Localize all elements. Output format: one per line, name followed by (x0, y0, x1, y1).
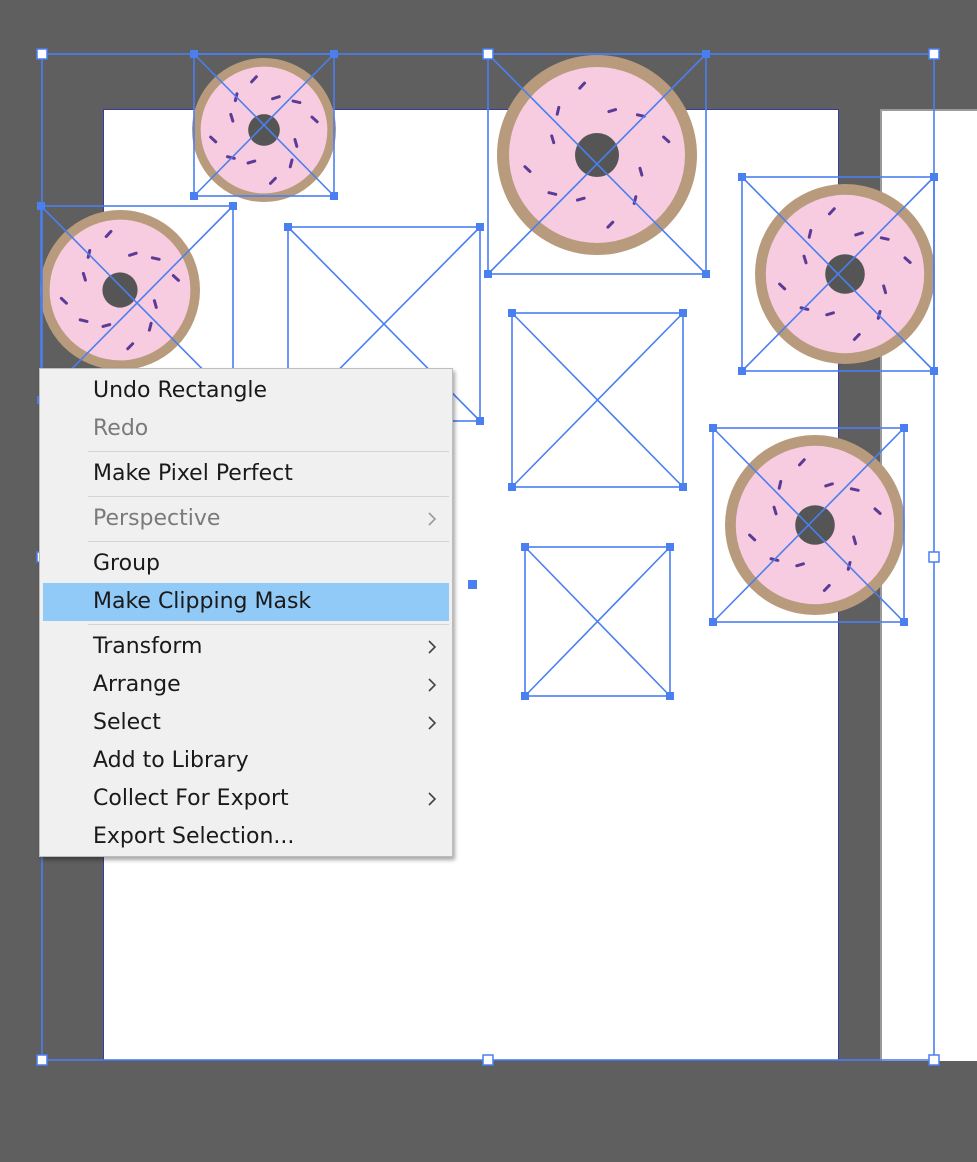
menu-item-label: Arrange (93, 672, 181, 697)
anchor-point[interactable] (738, 367, 746, 375)
anchor-point[interactable] (738, 173, 746, 181)
menu-item-select[interactable]: Select (43, 704, 449, 742)
center-point (468, 580, 477, 589)
menu-item-make-clipping-mask[interactable]: Make Clipping Mask (43, 583, 449, 621)
anchor-point[interactable] (284, 223, 292, 231)
menu-item-group[interactable]: Group (43, 545, 449, 583)
resize-handle[interactable] (36, 1054, 48, 1066)
menu-item-undo-rectangle[interactable]: Undo Rectangle (43, 372, 449, 410)
donut-right (755, 184, 935, 364)
menu-item-label: Group (93, 551, 160, 576)
menu-item-transform[interactable]: Transform (43, 628, 449, 666)
resize-handle[interactable] (928, 1054, 940, 1066)
anchor-point[interactable] (229, 202, 237, 210)
chevron-right-icon (425, 704, 439, 742)
chevron-right-icon (425, 500, 439, 538)
menu-item-label: Collect For Export (93, 786, 289, 811)
canvas-area[interactable]: Undo Rectangle Redo Make Pixel Perfect Pers… (0, 0, 977, 1162)
image-frame[interactable] (508, 309, 687, 491)
anchor-point[interactable] (900, 424, 908, 432)
anchor-point[interactable] (330, 192, 338, 200)
anchor-point[interactable] (709, 618, 717, 626)
resize-handle[interactable] (482, 48, 494, 60)
donut-right-lower (725, 435, 905, 615)
menu-item-export-selection[interactable]: Export Selection... (43, 818, 449, 856)
anchor-point[interactable] (190, 192, 198, 200)
menu-item-add-to-library[interactable]: Add to Library (43, 742, 449, 780)
menu-item-label: Make Pixel Perfect (93, 461, 293, 486)
menu-separator (88, 451, 449, 452)
image-frame[interactable] (521, 543, 674, 700)
chevron-right-icon (425, 628, 439, 666)
anchor-point[interactable] (666, 543, 674, 551)
chevron-right-icon (425, 666, 439, 704)
anchor-point[interactable] (521, 543, 529, 551)
resize-handle[interactable] (928, 48, 940, 60)
menu-separator (88, 624, 449, 625)
menu-item-perspective: Perspective (43, 500, 449, 538)
chevron-right-icon (425, 780, 439, 818)
menu-item-make-pixel-perfect[interactable]: Make Pixel Perfect (43, 455, 449, 493)
anchor-point[interactable] (521, 692, 529, 700)
resize-handle[interactable] (482, 1054, 494, 1066)
menu-separator (88, 496, 449, 497)
menu-item-label: Undo Rectangle (93, 378, 268, 403)
menu-item-arrange[interactable]: Arrange (43, 666, 449, 704)
anchor-point[interactable] (476, 417, 484, 425)
donut-left (40, 210, 200, 370)
resize-handle[interactable] (36, 48, 48, 60)
anchor-point[interactable] (679, 483, 687, 491)
anchor-point[interactable] (900, 618, 908, 626)
anchor-point[interactable] (666, 692, 674, 700)
anchor-point[interactable] (37, 202, 45, 210)
anchor-point[interactable] (508, 309, 516, 317)
anchor-point[interactable] (476, 223, 484, 231)
donut-top-left (192, 58, 336, 202)
menu-item-label: Add to Library (93, 748, 249, 773)
anchor-point[interactable] (679, 309, 687, 317)
resize-handle[interactable] (928, 551, 940, 563)
menu-item-label: Redo (93, 416, 149, 441)
menu-item-label: Select (93, 710, 161, 735)
anchor-point[interactable] (702, 270, 710, 278)
menu-item-label: Export Selection... (93, 824, 295, 849)
menu-item-label: Perspective (93, 506, 221, 531)
anchor-point[interactable] (709, 424, 717, 432)
menu-item-collect-for-export[interactable]: Collect For Export (43, 780, 449, 818)
anchor-point[interactable] (484, 270, 492, 278)
menu-item-label: Transform (93, 634, 203, 659)
menu-separator (88, 541, 449, 542)
anchor-point[interactable] (508, 483, 516, 491)
context-menu: Undo Rectangle Redo Make Pixel Perfect Pers… (39, 368, 453, 857)
menu-item-redo: Redo (43, 410, 449, 448)
donut-top-center (497, 55, 697, 255)
menu-item-label: Make Clipping Mask (93, 589, 312, 614)
